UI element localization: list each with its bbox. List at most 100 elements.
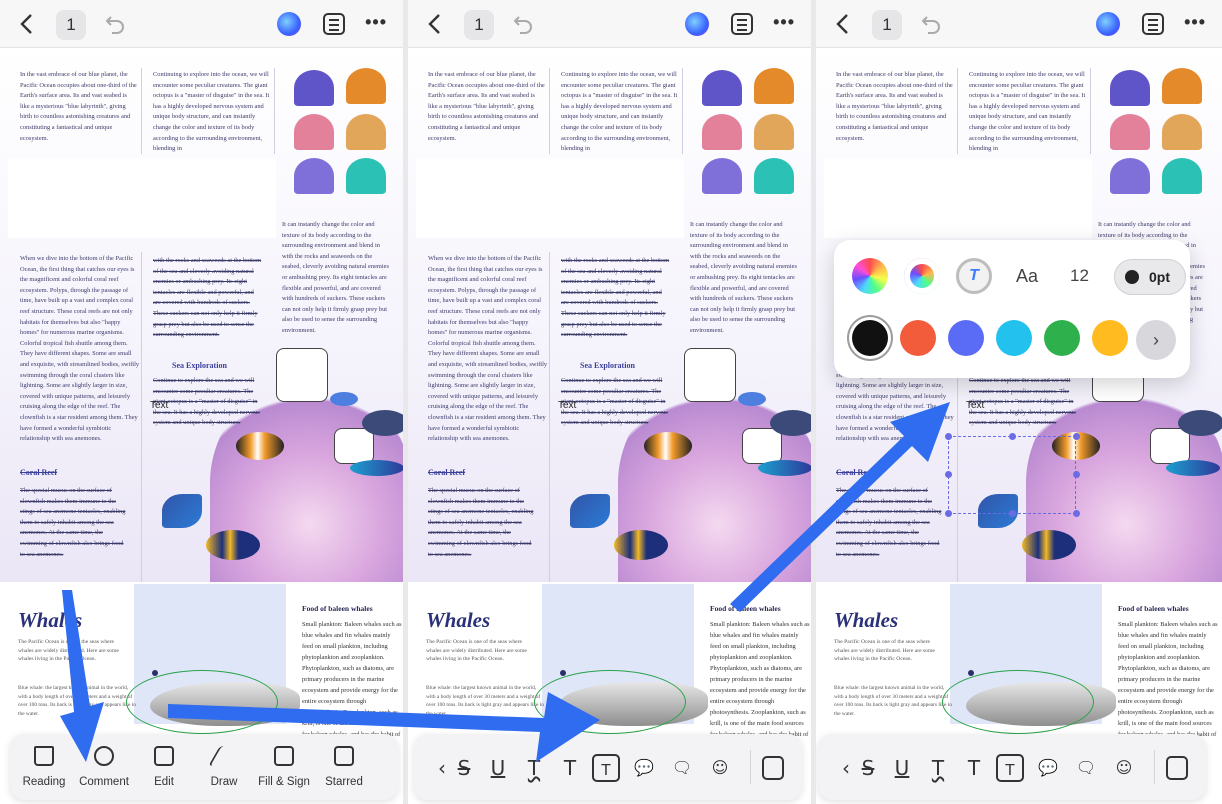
callout-icon[interactable]: 💬 bbox=[1034, 754, 1062, 782]
textbox-icon[interactable]: T bbox=[592, 754, 620, 782]
font-button[interactable]: Aa bbox=[1016, 266, 1038, 287]
heading-sea-exploration: Sea Exploration bbox=[172, 361, 227, 370]
fish-image bbox=[770, 410, 811, 436]
squiggly-icon[interactable]: T bbox=[924, 754, 952, 782]
paragraph-sea-exploration: Continue to explore the sea and we will … bbox=[153, 377, 260, 427]
page-number-button[interactable]: 1 bbox=[872, 10, 902, 40]
text-annotation[interactable]: Text bbox=[150, 400, 168, 411]
heading-sea-exploration: Sea Exploration bbox=[580, 361, 635, 370]
reading-button[interactable]: Reading bbox=[14, 746, 74, 790]
sticker[interactable] bbox=[684, 348, 736, 402]
coral-image bbox=[1110, 114, 1150, 150]
pen-icon bbox=[208, 746, 240, 766]
food-text: Small plankton: Baleen whales such as bl… bbox=[1118, 621, 1218, 749]
color-swatch-red[interactable] bbox=[900, 320, 936, 356]
tap-select-icon[interactable] bbox=[762, 756, 784, 780]
coral-image bbox=[1162, 158, 1202, 194]
undo-icon[interactable] bbox=[920, 12, 942, 34]
food-heading: Food of baleen whales bbox=[710, 604, 781, 613]
sticker-icon[interactable]: ☺ bbox=[706, 754, 734, 782]
coral-image bbox=[294, 114, 334, 150]
font-size-button[interactable]: 12 bbox=[1070, 266, 1089, 286]
page-number-button[interactable]: 1 bbox=[464, 10, 494, 40]
color-swatch-cyan[interactable] bbox=[996, 320, 1032, 356]
strikethrough-icon[interactable]: S bbox=[450, 754, 478, 782]
more-icon[interactable]: ••• bbox=[1184, 13, 1206, 31]
note-icon[interactable]: 🗨 bbox=[668, 754, 696, 782]
undo-icon[interactable] bbox=[512, 12, 534, 34]
tap-select-icon[interactable] bbox=[1166, 756, 1188, 780]
sticker-icon[interactable]: ☺ bbox=[1110, 754, 1138, 782]
outline-icon[interactable] bbox=[731, 13, 753, 35]
draw-button[interactable]: Draw bbox=[194, 746, 254, 790]
note-icon[interactable]: 🗨 bbox=[1072, 754, 1100, 782]
callout-icon[interactable]: 💬 bbox=[630, 754, 658, 782]
food-text: Small plankton: Baleen whales such as bl… bbox=[302, 621, 402, 749]
underline-icon[interactable]: U bbox=[888, 754, 916, 782]
edit-button[interactable]: Edit bbox=[134, 746, 194, 790]
food-heading: Food of baleen whales bbox=[1118, 604, 1189, 613]
paragraph-clownfish: The special mucus on the surface of clow… bbox=[20, 487, 126, 558]
paragraph-coral-reef: When we dive into the bottom of the Paci… bbox=[20, 255, 140, 443]
text-color-icon[interactable]: T bbox=[956, 258, 992, 294]
more-icon[interactable]: ••• bbox=[773, 13, 795, 31]
fish-image bbox=[330, 392, 358, 406]
ai-assistant-icon[interactable] bbox=[1096, 12, 1120, 36]
ai-assistant-icon[interactable] bbox=[277, 12, 301, 36]
color-swatch-green[interactable] bbox=[1044, 320, 1080, 356]
sticker[interactable] bbox=[334, 428, 374, 464]
squiggly-icon[interactable]: T bbox=[520, 754, 548, 782]
coral-image bbox=[1162, 68, 1202, 104]
page-number-button[interactable]: 1 bbox=[56, 10, 86, 40]
ink-annotation[interactable] bbox=[534, 670, 686, 734]
text-annotation[interactable]: Text bbox=[558, 400, 576, 411]
stroke-width-button[interactable]: 0pt bbox=[1114, 259, 1186, 295]
color-swatch-yellow[interactable] bbox=[1092, 320, 1128, 356]
blank-area bbox=[824, 158, 1092, 238]
fill-sign-button[interactable]: Fill & Sign bbox=[254, 746, 314, 790]
paragraph-coral-reef: When we dive into the bottom of the Paci… bbox=[428, 255, 548, 443]
strikethrough-icon[interactable]: S bbox=[854, 754, 882, 782]
coral-image bbox=[346, 68, 386, 104]
food-text: Small plankton: Baleen whales such as bl… bbox=[710, 621, 810, 749]
heading-coral-reef: Coral Reef bbox=[836, 468, 874, 477]
starred-button[interactable]: Starred bbox=[314, 746, 374, 790]
text-icon[interactable]: T bbox=[960, 754, 988, 782]
outline-icon[interactable] bbox=[323, 13, 345, 35]
more-icon[interactable]: ••• bbox=[365, 13, 387, 31]
whales-title: Whales bbox=[834, 608, 899, 632]
more-colors-button[interactable]: › bbox=[1136, 320, 1176, 360]
sticker[interactable] bbox=[742, 428, 782, 464]
paragraph-camouflage: It can instantly change the color and te… bbox=[690, 221, 797, 334]
outline-icon[interactable] bbox=[1142, 13, 1164, 35]
comment-button[interactable]: Comment bbox=[74, 746, 134, 790]
sticker[interactable] bbox=[276, 348, 328, 402]
sticker[interactable] bbox=[1150, 428, 1190, 464]
top-bar: 1 ••• bbox=[408, 0, 811, 48]
ink-annotation[interactable] bbox=[126, 670, 278, 734]
back-icon[interactable] bbox=[16, 12, 38, 36]
selection-box[interactable] bbox=[945, 433, 1080, 517]
fill-color-icon[interactable] bbox=[852, 258, 888, 294]
text-icon[interactable]: T bbox=[556, 754, 584, 782]
textbox-icon[interactable]: T bbox=[996, 754, 1024, 782]
fish-image bbox=[570, 494, 610, 528]
paragraph-strikethrough: with the rocks and seaweeds at the botto… bbox=[561, 257, 670, 339]
fish-image bbox=[614, 530, 668, 560]
paragraph-camouflage: It can instantly change the color and te… bbox=[282, 221, 389, 334]
stroke-dot-icon bbox=[1125, 270, 1139, 284]
fish-image bbox=[738, 392, 766, 406]
undo-icon[interactable] bbox=[104, 12, 126, 34]
back-icon[interactable] bbox=[832, 12, 854, 36]
whales-subtitle: The Pacific Ocean is one of the seas whe… bbox=[18, 639, 119, 662]
back-icon[interactable] bbox=[424, 12, 446, 36]
underline-icon[interactable]: U bbox=[484, 754, 512, 782]
text-annotation[interactable]: Text bbox=[966, 400, 984, 411]
food-heading: Food of baleen whales bbox=[302, 604, 373, 613]
color-swatch-black[interactable] bbox=[852, 320, 888, 356]
border-color-icon[interactable] bbox=[904, 258, 940, 294]
ai-assistant-icon[interactable] bbox=[685, 12, 709, 36]
blue-whale-text: Blue whale: the largest known animal in … bbox=[426, 685, 544, 717]
ink-annotation[interactable] bbox=[942, 670, 1094, 734]
color-swatch-blue[interactable] bbox=[948, 320, 984, 356]
